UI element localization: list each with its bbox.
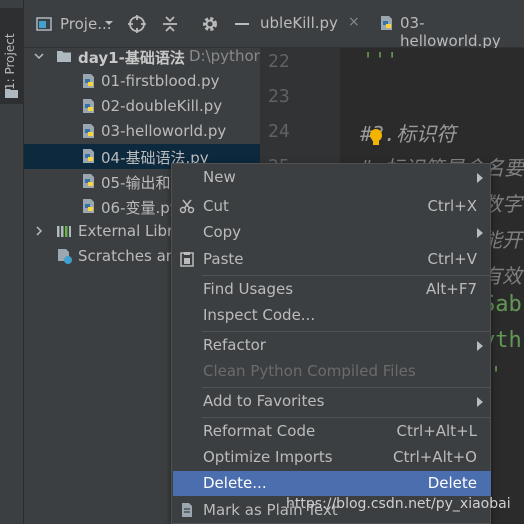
- menu-item-delete[interactable]: Delete... Delete: [173, 471, 491, 496]
- python-file-icon: [83, 99, 94, 113]
- menu-item-add-favorites[interactable]: Add to Favorites: [173, 389, 491, 414]
- editor-tab-label[interactable]: ubleKill.py: [260, 14, 338, 32]
- menu-item-label: New: [203, 168, 236, 186]
- menu-separator: [202, 331, 490, 332]
- chevron-down-icon[interactable]: [34, 51, 44, 61]
- context-menu: New Cut Ctrl+X Copy Paste Ctrl+V Find Us…: [171, 163, 491, 524]
- code-line: ''': [362, 48, 399, 72]
- menu-item-reformat-code[interactable]: Reformat Code Ctrl+Alt+L: [173, 419, 491, 444]
- tree-item-label: 02-doubleKill.py: [101, 97, 223, 115]
- menu-separator: [202, 417, 490, 418]
- menu-item-label: Cut: [203, 197, 229, 215]
- project-tool-label: 1: Project: [3, 33, 17, 90]
- menu-item-label: Inspect Code...: [203, 306, 316, 324]
- menu-item-label: Reformat Code: [203, 422, 316, 440]
- tree-item-label: Scratches and: [78, 247, 185, 265]
- python-file-icon: [83, 174, 94, 188]
- tool-window-strip: 1: Project: [0, 0, 24, 524]
- menu-item-label: Add to Favorites: [203, 392, 325, 410]
- menu-item-shortcut: Ctrl+X: [427, 197, 477, 215]
- menu-item-cut[interactable]: Cut Ctrl+X: [173, 194, 491, 219]
- submenu-arrow-icon: [477, 397, 483, 407]
- line-number: 23: [268, 86, 290, 107]
- plain-text-icon: [182, 503, 192, 517]
- menu-item-label: Delete...: [203, 474, 267, 492]
- tree-item-label: 06-变量.py: [101, 199, 179, 217]
- python-file-icon: [83, 199, 94, 213]
- menu-item-shortcut: Ctrl+Alt+L: [396, 422, 478, 440]
- project-view-icon: [36, 17, 52, 31]
- menu-separator: [202, 387, 490, 388]
- submenu-arrow-icon: [477, 173, 483, 183]
- editor-tab-bar: ubleKill.py × 03-helloworld.py: [260, 0, 524, 50]
- folder-icon: [5, 89, 18, 98]
- tree-item-label: 03-helloworld.py: [101, 122, 227, 140]
- tree-item-label: day1-基础语法: [78, 49, 185, 67]
- watermark-text: https://blog.csdn.net/py_xiaobai: [286, 496, 511, 512]
- menu-item-refactor[interactable]: Refactor: [173, 333, 491, 358]
- menu-separator: [202, 275, 490, 276]
- menu-item-label: Paste: [203, 250, 244, 268]
- menu-item-clean-compiled: Clean Python Compiled Files: [173, 359, 491, 384]
- menu-item-label: Clean Python Compiled Files: [203, 362, 416, 380]
- scissors-icon: [179, 199, 195, 214]
- python-file-icon: [381, 16, 392, 30]
- tree-item-path: D:\python: [189, 47, 264, 65]
- chevron-right-icon[interactable]: [34, 226, 44, 236]
- menu-item-optimize-imports[interactable]: Optimize Imports Ctrl+Alt+O: [173, 445, 491, 470]
- tree-item-label: 05-输出和: [101, 174, 171, 192]
- submenu-arrow-icon: [477, 341, 483, 351]
- submenu-arrow-icon: [477, 228, 483, 238]
- tree-item-label: External Libra: [78, 222, 183, 240]
- line-number: 24: [268, 121, 290, 142]
- menu-item-label: Find Usages: [203, 280, 294, 298]
- menu-item-shortcut: Delete: [427, 474, 477, 492]
- code-line: ': [490, 362, 503, 386]
- menu-item-label: Optimize Imports: [203, 448, 333, 466]
- hide-panel-icon[interactable]: [232, 14, 252, 34]
- folder-icon: [57, 51, 71, 62]
- chevron-down-icon[interactable]: [104, 18, 114, 28]
- menu-item-shortcut: Ctrl+V: [427, 250, 477, 268]
- lightbulb-icon[interactable]: [368, 128, 384, 148]
- collapse-all-icon[interactable]: [160, 14, 180, 34]
- menu-item-copy[interactable]: Copy: [173, 220, 491, 245]
- editor-tab-label[interactable]: 03-helloworld.py: [400, 14, 524, 50]
- tree-item-file[interactable]: 03-helloworld.py: [24, 119, 260, 144]
- tree-item-day1-folder[interactable]: day1-基础语法 D:\python: [24, 44, 264, 69]
- python-file-icon: [83, 149, 94, 163]
- tree-item-file[interactable]: 01-firstblood.py: [24, 69, 260, 94]
- menu-item-shortcut: Ctrl+Alt+O: [393, 448, 477, 466]
- python-file-icon: [83, 124, 94, 138]
- scratches-icon: [58, 249, 72, 264]
- library-icon: [57, 226, 71, 237]
- locate-target-icon[interactable]: [127, 14, 147, 34]
- project-toolbar: Proje...: [24, 0, 260, 48]
- menu-item-new[interactable]: New: [173, 165, 491, 190]
- menu-item-label: Copy: [203, 223, 242, 241]
- menu-item-shortcut: Alt+F7: [425, 280, 477, 298]
- tree-item-file[interactable]: 02-doubleKill.py: [24, 94, 260, 119]
- menu-item-paste[interactable]: Paste Ctrl+V: [173, 247, 491, 272]
- menu-item-find-usages[interactable]: Find Usages Alt+F7: [173, 277, 491, 302]
- menu-item-label: Refactor: [203, 336, 266, 354]
- line-number: 22: [268, 51, 290, 72]
- clipboard-icon: [180, 252, 194, 267]
- tree-item-label: 01-firstblood.py: [101, 72, 220, 90]
- menu-item-inspect-code[interactable]: Inspect Code...: [173, 303, 491, 328]
- close-icon[interactable]: ×: [348, 14, 360, 30]
- gear-icon[interactable]: [200, 14, 220, 34]
- python-file-icon: [83, 74, 94, 88]
